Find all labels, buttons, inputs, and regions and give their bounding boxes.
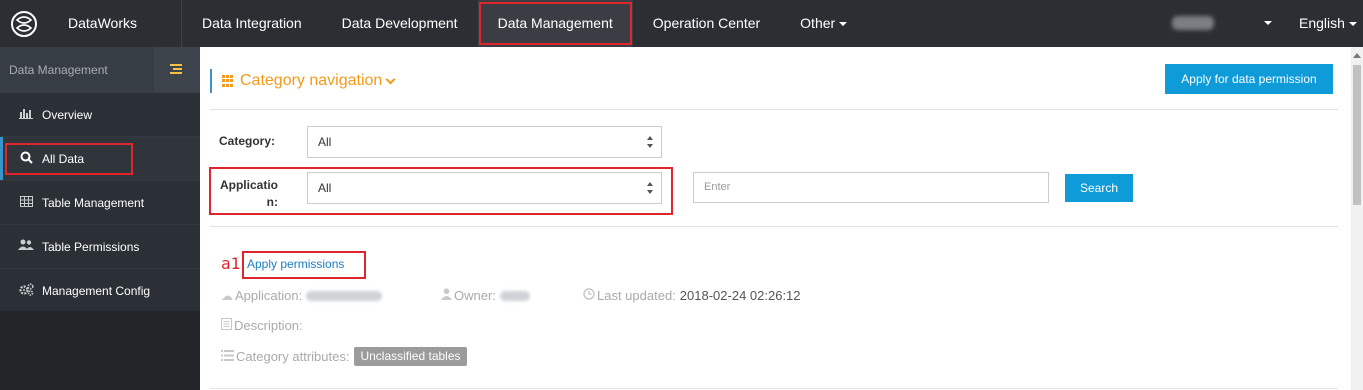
category-label: Category: xyxy=(219,134,276,148)
category-attributes-label: Category attributes: xyxy=(236,348,350,364)
application-label-line2: n: xyxy=(266,195,278,209)
top-navigation-bar: DataWorks Data Integration Data Developm… xyxy=(0,0,1363,47)
divider xyxy=(210,109,1338,110)
user-account-name[interactable] xyxy=(1172,16,1214,30)
sidebar-item-overview[interactable]: Overview xyxy=(0,93,200,137)
caret-down-icon xyxy=(839,22,848,27)
sidebar-item-label: Table Management xyxy=(42,196,145,210)
chevron-down-icon xyxy=(385,74,396,84)
sidebar-item-table-permissions[interactable]: Table Permissions xyxy=(0,225,200,269)
highlight-box xyxy=(242,251,366,279)
sidebar-item-management-config[interactable]: Management Config xyxy=(0,269,200,313)
owner-meta-label: Owner: xyxy=(454,288,496,303)
main-content: Category navigation Apply for data permi… xyxy=(200,47,1351,390)
sidebar-item-label: Management Config xyxy=(42,284,151,298)
category-tag: Unclassified tables xyxy=(354,347,467,366)
list-icon xyxy=(221,348,234,366)
document-icon xyxy=(221,317,232,335)
vertical-scrollbar[interactable] xyxy=(1351,47,1363,390)
sidebar-item-table-management[interactable]: Table Management xyxy=(0,181,200,225)
users-icon xyxy=(18,239,34,255)
language-label: English xyxy=(1299,15,1345,31)
dataworks-logo-icon xyxy=(11,11,37,37)
nav-data-integration[interactable]: Data Integration xyxy=(181,0,322,47)
sidebar-item-label: Table Permissions xyxy=(42,240,140,254)
sidebar-item-all-data[interactable]: All Data xyxy=(0,137,200,181)
application-select[interactable]: All xyxy=(307,172,662,204)
category-attributes-meta: Category attributes: Unclassified tables xyxy=(221,347,467,366)
top-nav-menu: Data Integration Data Development Data M… xyxy=(181,0,867,47)
category-navigation-label: Category navigation xyxy=(240,72,383,89)
category-select-value: All xyxy=(318,135,332,149)
application-value-redacted xyxy=(306,291,383,301)
nav-data-management[interactable]: Data Management xyxy=(477,0,633,47)
last-updated-meta: Last updated: 2018-02-24 02:26:12 xyxy=(583,287,801,305)
category-select[interactable]: All xyxy=(307,126,662,158)
application-label: Applicatio n: xyxy=(218,178,278,209)
search-input[interactable]: Enter xyxy=(693,172,1049,203)
table-icon xyxy=(18,195,34,211)
application-meta-label: Application: xyxy=(235,288,303,303)
grid-icon xyxy=(222,74,235,88)
bar-chart-icon xyxy=(18,107,34,123)
caret-down-icon xyxy=(1348,22,1357,27)
scroll-up-arrow-icon[interactable] xyxy=(1353,53,1361,58)
sidebar-empty-area xyxy=(0,311,200,390)
divider xyxy=(210,226,1338,227)
last-updated-label: Last updated: xyxy=(597,288,676,303)
nav-other-label: Other xyxy=(800,15,836,31)
gears-icon xyxy=(18,283,34,299)
nav-operation-center[interactable]: Operation Center xyxy=(633,0,780,47)
search-button[interactable]: Search xyxy=(1065,174,1133,202)
user-icon xyxy=(441,287,452,305)
nav-other-dropdown[interactable]: Other xyxy=(780,0,867,47)
description-meta: Description: xyxy=(221,317,303,335)
cloud-icon: ☁ xyxy=(221,289,233,303)
sidebar-item-label: Overview xyxy=(42,108,93,122)
owner-value-redacted xyxy=(499,291,530,301)
last-updated-value: 2018-02-24 02:26:12 xyxy=(679,288,801,303)
sidebar-header: Data Management xyxy=(0,47,200,93)
clock-icon xyxy=(583,287,595,305)
application-meta: ☁ Application: xyxy=(221,287,383,305)
scrollbar-thumb[interactable] xyxy=(1353,65,1361,205)
description-label: Description: xyxy=(234,318,303,333)
highlight-box xyxy=(5,143,133,175)
apply-data-permission-button[interactable]: Apply for data permission xyxy=(1165,64,1333,94)
select-arrows-icon xyxy=(647,181,653,195)
divider xyxy=(210,388,1338,389)
nav-data-development[interactable]: Data Development xyxy=(322,0,478,47)
language-selector[interactable]: English xyxy=(1299,0,1357,47)
application-select-value: All xyxy=(318,181,332,195)
category-navigation-dropdown[interactable]: Category navigation xyxy=(210,69,396,93)
brand-name[interactable]: DataWorks xyxy=(68,0,137,47)
user-caret-down-icon[interactable] xyxy=(1264,21,1272,25)
sidebar-title: Data Management xyxy=(9,63,108,77)
application-label-line1: Applicatio xyxy=(219,178,278,192)
owner-meta: Owner: xyxy=(441,287,530,305)
sidebar-collapse-icon[interactable] xyxy=(154,47,200,93)
sidebar: Data Management Overview All Data Table … xyxy=(0,47,200,390)
select-arrows-icon xyxy=(647,135,653,149)
table-name[interactable]: a1 xyxy=(221,254,240,274)
